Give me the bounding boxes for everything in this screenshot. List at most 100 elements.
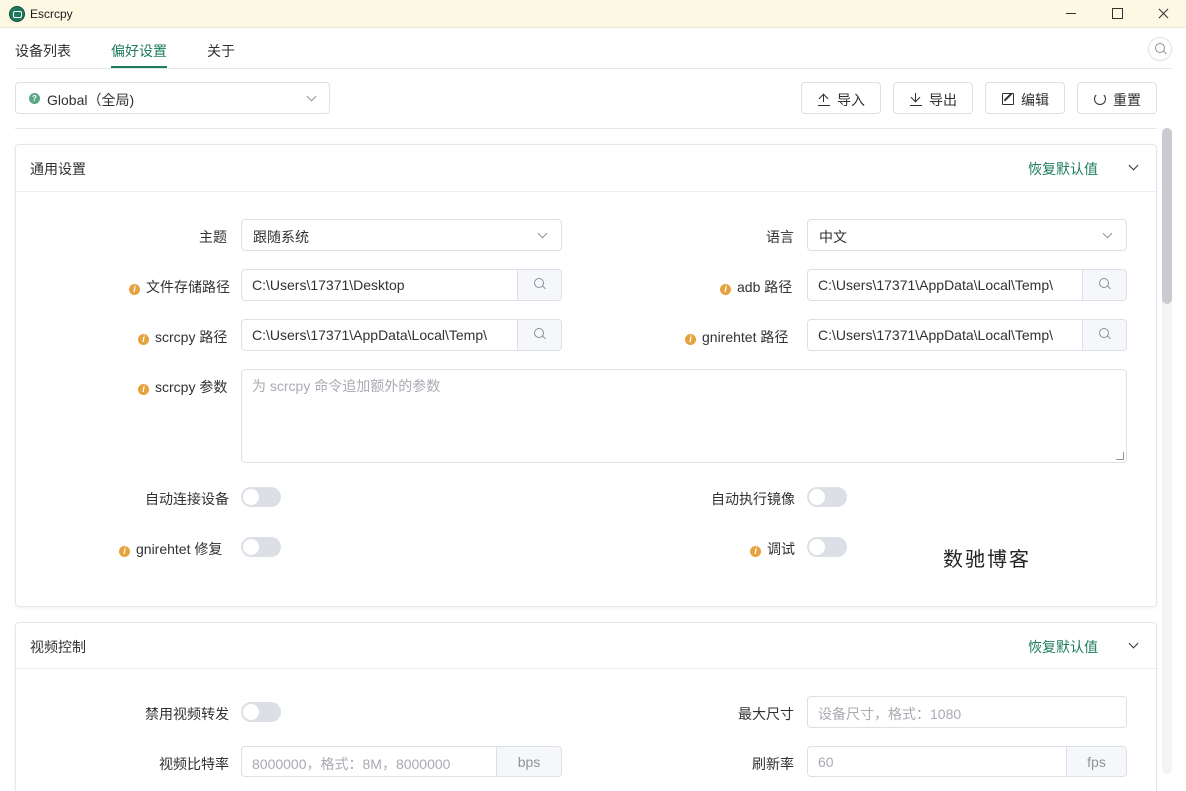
info-icon: i <box>685 334 696 345</box>
gnirehtet-path-input[interactable]: C:\Users\17371\AppData\Local\Temp\ <box>807 319 1127 351</box>
export-label: 导出 <box>929 92 957 108</box>
reset-label: 重置 <box>1113 92 1141 108</box>
preset-select[interactable]: ? Global（全局) <box>15 82 330 114</box>
auto-connect-switch[interactable] <box>241 487 281 507</box>
bitrate-unit: bps <box>496 747 561 776</box>
upload-icon-base <box>818 105 830 107</box>
scrcpy-path-input[interactable]: C:\Users\17371\AppData\Local\Temp\ <box>241 319 562 351</box>
tab-about[interactable]: 关于 <box>207 41 235 61</box>
general-settings-header[interactable]: 通用设置 恢复默认值 <box>16 145 1156 192</box>
scrcpy-args-label-text: scrcpy 参数 <box>155 379 228 395</box>
scrcpy-args-label: i scrcpy 参数 <box>138 377 227 397</box>
gnirehtet-path-value: C:\Users\17371\AppData\Local\Temp\ <box>818 327 1054 343</box>
active-tab-indicator <box>111 66 167 68</box>
tab-device-list[interactable]: 设备列表 <box>15 41 71 61</box>
adb-path-browse-button[interactable] <box>1082 270 1126 300</box>
info-icon: i <box>138 334 149 345</box>
auto-mirror-label: 自动执行镜像 <box>711 491 795 507</box>
adb-path-value: C:\Users\17371\AppData\Local\Temp\ <box>818 277 1054 293</box>
chevron-down-icon <box>1102 228 1113 239</box>
search-icon <box>534 328 546 340</box>
close-button[interactable] <box>1140 0 1186 28</box>
import-button[interactable]: 导入 <box>801 82 881 114</box>
save-path-value: C:\Users\17371\Desktop <box>252 277 405 293</box>
adb-path-label-text: adb 路径 <box>737 279 793 295</box>
save-path-label-text: 文件存储路径 <box>146 279 230 295</box>
download-icon <box>910 93 922 105</box>
language-label: 语言 <box>766 229 794 245</box>
import-label: 导入 <box>837 92 865 108</box>
theme-value: 跟随系统 <box>253 229 309 245</box>
preset-selected-value: Global（全局) <box>47 92 135 108</box>
scrcpy-path-label: i scrcpy 路径 <box>138 327 227 347</box>
search-icon <box>1099 328 1111 340</box>
scrollbar-thumb[interactable] <box>1162 128 1172 304</box>
language-select[interactable]: 中文 <box>807 219 1127 251</box>
video-control-header[interactable]: 视频控制 恢复默认值 <box>16 623 1156 669</box>
search-button[interactable] <box>1148 37 1172 61</box>
general-settings-title: 通用设置 <box>30 161 86 177</box>
max-size-label: 最大尺寸 <box>738 706 794 722</box>
gnirehtet-fix-label: i gnirehtet 修复 <box>119 539 222 559</box>
scrcpy-path-browse-button[interactable] <box>517 320 561 350</box>
bitrate-unit-text: bps <box>517 754 541 770</box>
save-path-browse-button[interactable] <box>517 270 561 300</box>
theme-select[interactable]: 跟随系统 <box>241 219 562 251</box>
gnirehtet-fix-label-text: gnirehtet 修复 <box>136 541 223 557</box>
max-size-input[interactable]: 设备尺寸，格式：1080 <box>807 696 1127 728</box>
edit-button[interactable]: 编辑 <box>985 82 1065 114</box>
disable-video-switch[interactable] <box>241 702 281 722</box>
export-button[interactable]: 导出 <box>893 82 973 114</box>
window-title: Escrcpy <box>30 7 73 21</box>
search-icon <box>1155 43 1167 55</box>
debug-label: i 调试 <box>750 539 795 559</box>
bitrate-input[interactable]: 8000000，格式：8M，8000000 bps <box>241 746 562 777</box>
info-icon: i <box>750 546 761 557</box>
general-restore-defaults-link[interactable]: 恢复默认值 <box>1028 159 1098 179</box>
disable-video-label: 禁用视频转发 <box>145 706 229 722</box>
reset-button[interactable]: 重置 <box>1077 82 1157 114</box>
tab-preferences[interactable]: 偏好设置 <box>111 41 167 61</box>
max-size-placeholder: 设备尺寸，格式：1080 <box>818 706 962 722</box>
debug-label-text: 调试 <box>767 541 795 557</box>
watermark-text: 数驰博客 <box>943 547 1031 571</box>
scrcpy-path-value: C:\Users\17371\AppData\Local\Temp\ <box>252 327 488 343</box>
auto-mirror-switch[interactable] <box>807 487 847 507</box>
save-path-label: i 文件存储路径 <box>129 277 230 297</box>
bitrate-placeholder: 8000000，格式：8M，8000000 <box>252 756 451 772</box>
scrcpy-path-label-text: scrcpy 路径 <box>155 329 228 345</box>
adb-path-label: i adb 路径 <box>720 277 792 297</box>
debug-switch[interactable] <box>807 537 847 557</box>
save-path-input[interactable]: C:\Users\17371\Desktop <box>241 269 562 301</box>
resize-handle[interactable] <box>1116 452 1124 460</box>
maximize-button[interactable] <box>1094 0 1140 28</box>
info-icon: i <box>119 546 130 557</box>
info-icon: i <box>138 384 149 395</box>
adb-path-input[interactable]: C:\Users\17371\AppData\Local\Temp\ <box>807 269 1127 301</box>
minimize-button[interactable] <box>1048 0 1094 28</box>
bitrate-label: 视频比特率 <box>159 756 229 772</box>
gnirehtet-path-label: i gnirehtet 路径 <box>685 327 788 347</box>
video-restore-defaults-link[interactable]: 恢复默认值 <box>1028 637 1098 657</box>
scrcpy-args-placeholder: 为 scrcpy 命令追加额外的参数 <box>252 378 441 394</box>
refresh-rate-input[interactable]: 60 fps <box>807 746 1127 777</box>
refresh-icon <box>1094 93 1106 105</box>
edit-label: 编辑 <box>1021 92 1049 108</box>
edit-icon <box>1002 93 1014 105</box>
info-icon: i <box>129 284 140 295</box>
refresh-rate-label: 刷新率 <box>752 756 794 772</box>
gnirehtet-fix-switch[interactable] <box>241 537 281 557</box>
scrcpy-args-textarea[interactable]: 为 scrcpy 命令追加额外的参数 <box>241 369 1127 463</box>
refresh-rate-unit: fps <box>1066 747 1126 776</box>
chevron-down-icon <box>306 91 317 102</box>
auto-connect-label: 自动连接设备 <box>145 491 229 507</box>
download-icon-base <box>910 105 922 107</box>
video-control-title: 视频控制 <box>30 639 86 655</box>
collapse-chevron-icon[interactable] <box>1128 638 1139 649</box>
language-value: 中文 <box>819 229 847 245</box>
toolbar-divider <box>15 128 1157 129</box>
upload-icon <box>818 93 830 105</box>
collapse-chevron-icon[interactable] <box>1128 160 1139 171</box>
refresh-rate-placeholder: 60 <box>818 754 834 770</box>
gnirehtet-path-browse-button[interactable] <box>1082 320 1126 350</box>
